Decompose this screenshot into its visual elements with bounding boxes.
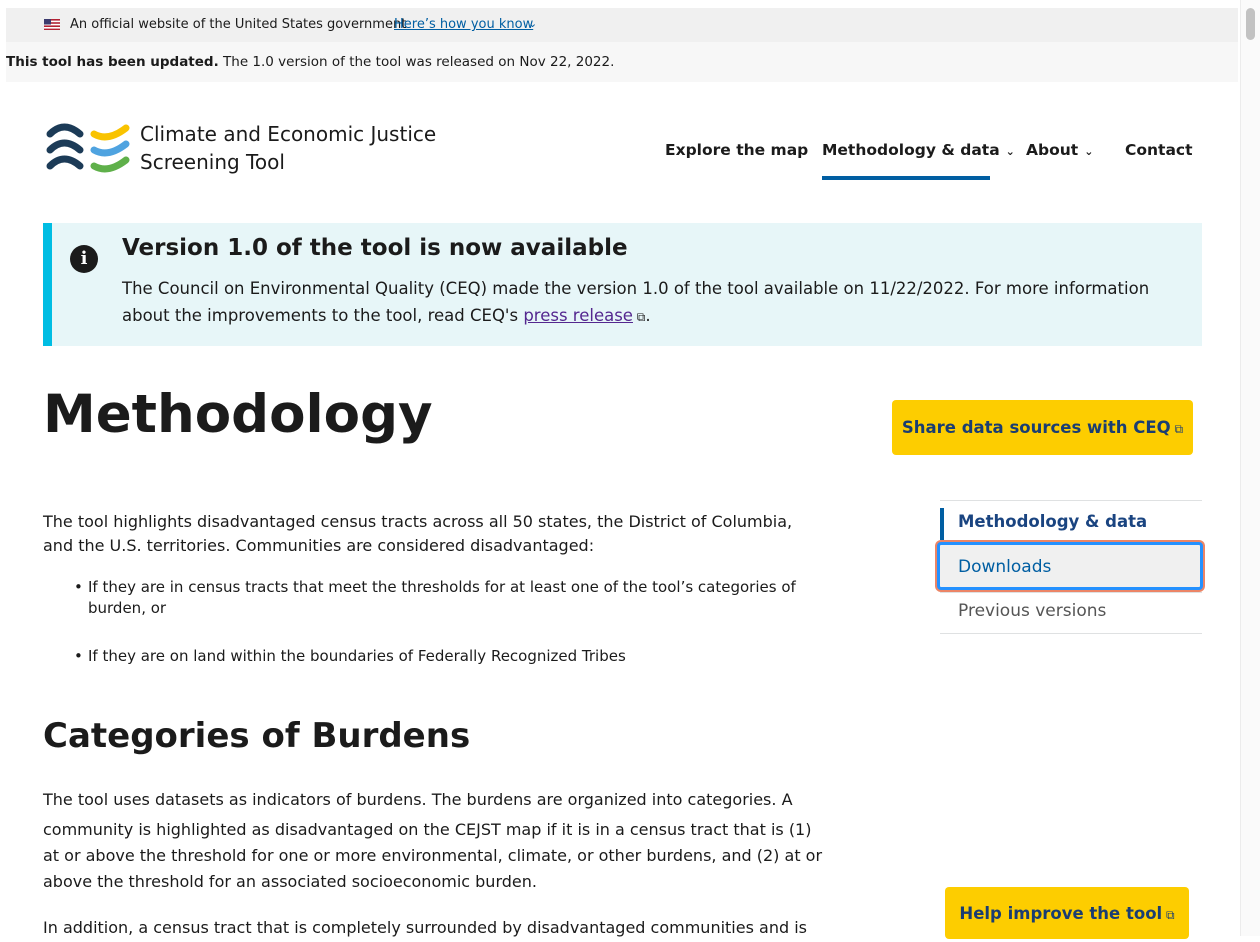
- categories-paragraph-line2: community is highlighted as disadvantage…: [43, 820, 812, 839]
- site-title-line1[interactable]: Climate and Economic Justice: [140, 122, 436, 146]
- nav-about[interactable]: About ⌄: [1026, 141, 1093, 159]
- us-flag-icon: [44, 19, 60, 30]
- info-icon: i: [70, 245, 98, 273]
- categories-heading: Categories of Burdens: [43, 716, 471, 756]
- alert-heading: Version 1.0 of the tool is now available: [122, 235, 628, 261]
- nav-active-indicator: [822, 176, 990, 180]
- alert-body: The Council on Environmental Quality (CE…: [122, 275, 1192, 331]
- external-link-icon: ⧉: [1162, 908, 1175, 922]
- intro-line1: The tool highlights disadvantaged census…: [43, 512, 793, 531]
- update-notice: This tool has been updated. The 1.0 vers…: [6, 42, 1238, 82]
- nav-methodology[interactable]: Methodology & data ⌄: [822, 141, 1015, 159]
- press-release-link[interactable]: press release: [523, 306, 633, 325]
- nav-explore-map[interactable]: Explore the map: [665, 141, 808, 159]
- version-alert: i Version 1.0 of the tool is now availab…: [43, 223, 1202, 346]
- sidenav-item-previous-versions[interactable]: Previous versions: [940, 592, 1202, 634]
- update-notice-bold: This tool has been updated.: [6, 54, 219, 70]
- gov-banner-text: An official website of the United States…: [70, 17, 407, 32]
- page-title: Methodology: [43, 384, 433, 445]
- site-title-line2[interactable]: Screening Tool: [140, 150, 285, 174]
- chevron-down-icon: ⌄: [1005, 145, 1015, 158]
- share-data-sources-button[interactable]: Share data sources with CEQ ⧉: [892, 400, 1193, 455]
- sidenav-item-previous-versions-label: Previous versions: [958, 601, 1107, 621]
- cejst-logo-icon[interactable]: [46, 120, 130, 178]
- sidenav-item-methodology[interactable]: Methodology & data: [940, 508, 1202, 540]
- update-notice-text: The 1.0 version of the tool was released…: [218, 54, 615, 70]
- categories-paragraph-line3: at or above the threshold for one or mor…: [43, 846, 823, 865]
- sidenav-item-downloads-label: Downloads: [958, 557, 1052, 577]
- help-button-label: Help improve the tool: [959, 904, 1163, 923]
- divider: [940, 500, 1202, 501]
- bullet-icon: •: [74, 647, 83, 665]
- bullet1-line2: burden, or: [88, 599, 167, 617]
- bullet1-line1: If they are in census tracts that meet t…: [88, 578, 796, 596]
- how-you-know-link[interactable]: Here’s how you know: [394, 17, 533, 32]
- sidenav-item-downloads[interactable]: Downloads: [937, 542, 1203, 590]
- scrollbar-thumb[interactable]: [1246, 8, 1255, 40]
- categories-paragraph2-line1: In addition, a census tract that is comp…: [43, 918, 807, 937]
- categories-paragraph-line4: above the threshold for an associated so…: [43, 872, 537, 891]
- nav-methodology-label: Methodology & data: [822, 141, 1000, 159]
- gov-banner: An official website of the United States…: [6, 8, 1238, 42]
- alert-body-end: .: [645, 306, 651, 325]
- nav-contact[interactable]: Contact: [1125, 141, 1193, 159]
- external-link-icon: ⧉: [632, 310, 646, 324]
- intro-line2: and the U.S. territories. Communities ar…: [43, 536, 595, 555]
- external-link-icon: ⧉: [1170, 422, 1184, 436]
- help-improve-tool-button[interactable]: Help improve the tool ⧉: [945, 887, 1189, 939]
- nav-about-label: About: [1026, 141, 1079, 159]
- active-indicator: [940, 508, 944, 540]
- bullet2-text: If they are on land within the boundarie…: [88, 647, 626, 665]
- list-item: • If they are on land within the boundari…: [74, 646, 626, 667]
- sidenav-item-methodology-label: Methodology & data: [958, 512, 1148, 531]
- scrollbar[interactable]: [1240, 0, 1260, 936]
- list-item: • If they are in census tracts that meet …: [74, 577, 796, 598]
- categories-paragraph-line1: The tool uses datasets as indicators of …: [43, 790, 793, 809]
- bullet-icon: •: [74, 578, 83, 596]
- chevron-down-icon[interactable]: ⌄: [528, 17, 537, 30]
- chevron-down-icon: ⌄: [1084, 145, 1094, 158]
- share-button-label: Share data sources with CEQ: [901, 418, 1171, 437]
